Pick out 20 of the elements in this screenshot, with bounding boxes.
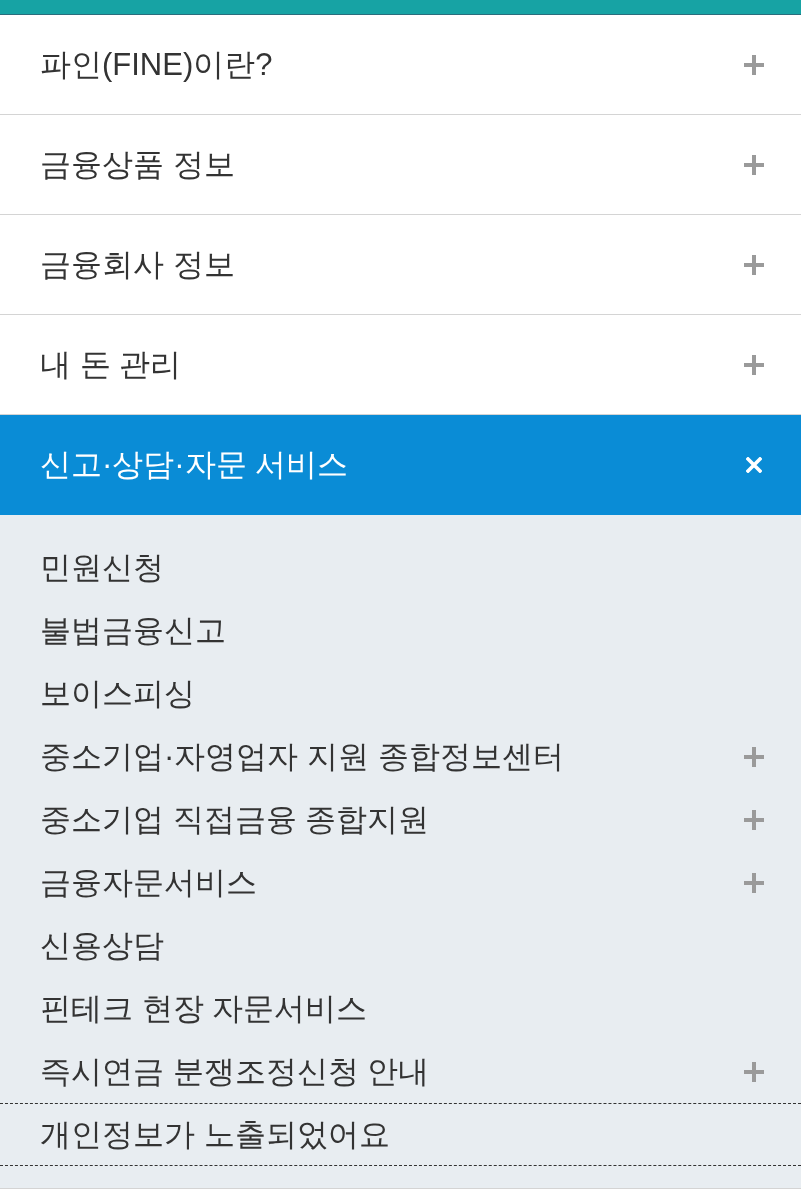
plus-icon: [744, 809, 764, 830]
plus-icon: [744, 154, 764, 175]
accordion-header[interactable]: 신고·상담·자문 서비스: [0, 415, 801, 515]
plus-icon: [744, 746, 764, 767]
submenu-link[interactable]: 신용상담: [0, 914, 801, 977]
plus-icon: [744, 354, 764, 375]
submenu-link[interactable]: 핀테크 현장 자문서비스: [0, 977, 801, 1040]
close-icon: [746, 456, 762, 473]
submenu-link[interactable]: 보이스피싱: [0, 662, 801, 725]
submenu-link[interactable]: 개인정보가 노출되었어요: [0, 1103, 801, 1166]
submenu-link[interactable]: 중소기업 직접금융 종합지원: [0, 788, 801, 851]
submenu-link[interactable]: 불법금융신고: [0, 599, 801, 662]
plus-icon: [744, 54, 764, 75]
submenu-link[interactable]: 즉시연금 분쟁조정신청 안내: [0, 1040, 801, 1103]
submenu-link[interactable]: 중소기업·자영업자 지원 종합정보센터: [0, 725, 801, 788]
plus-icon: [744, 872, 764, 893]
plus-icon: [744, 254, 764, 275]
submenu-link[interactable]: 민원신청: [0, 536, 801, 599]
submenu-link[interactable]: 금융자문서비스: [0, 851, 801, 914]
plus-icon: [744, 1061, 764, 1082]
